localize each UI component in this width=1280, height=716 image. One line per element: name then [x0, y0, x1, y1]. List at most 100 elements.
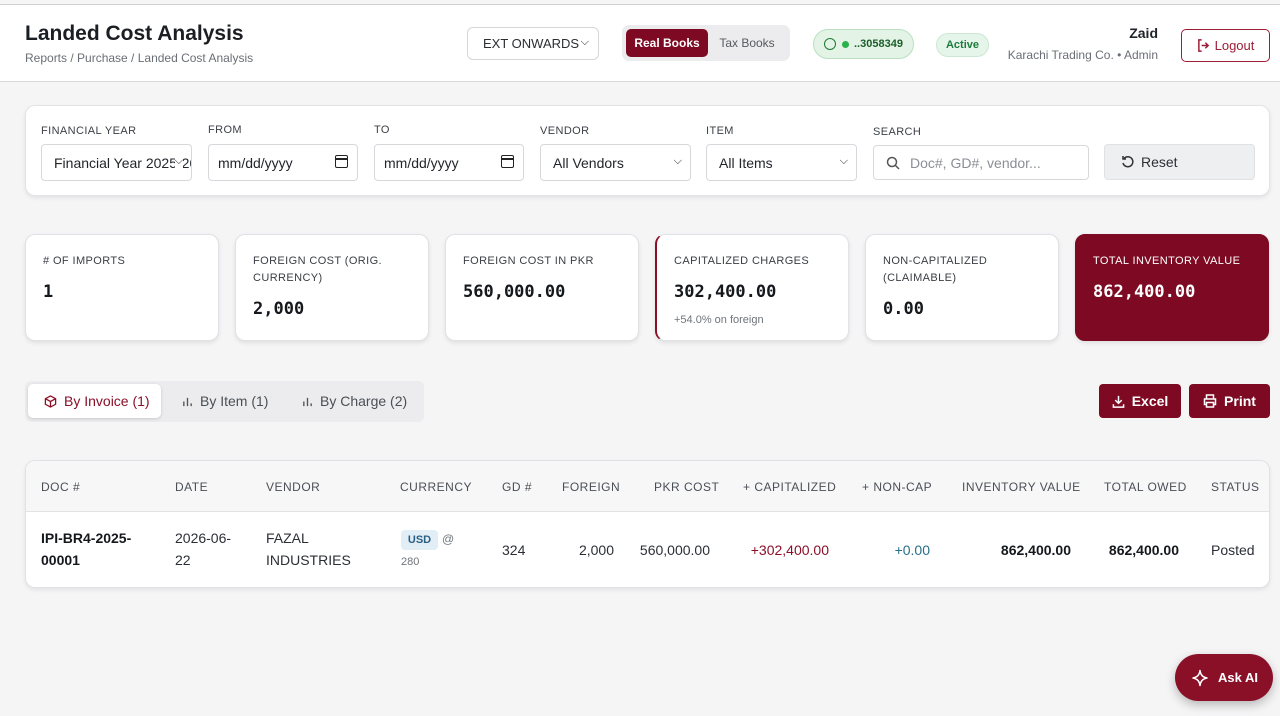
- column-header[interactable]: + CAPITALIZED: [743, 480, 836, 494]
- branch-select-value: EXT ONWARDS: [483, 36, 580, 51]
- column-header[interactable]: STATUS: [1211, 480, 1260, 494]
- real-books-button[interactable]: Real Books: [626, 29, 708, 57]
- inventory-value: 862,400.00: [1000, 542, 1071, 558]
- column-header[interactable]: INVENTORY VALUE: [962, 480, 1081, 494]
- doc-number-line2[interactable]: 00001: [41, 552, 80, 568]
- books-toggle: Real Books Tax Books: [622, 25, 790, 61]
- kpi-value: 862,400.00: [1093, 282, 1196, 302]
- logout-button[interactable]: Logout: [1181, 29, 1270, 62]
- kpi-label: NON-CAPITALIZED (CLAIMABLE): [883, 255, 988, 284]
- kpi-label: # OF IMPORTS: [43, 255, 126, 267]
- item-select-value: All Items: [719, 154, 773, 171]
- calendar-icon[interactable]: [501, 155, 514, 168]
- kpi-value: 560,000.00: [463, 282, 566, 302]
- search-label: SEARCH: [873, 126, 922, 138]
- pkr-cost: 560,000.00: [639, 542, 710, 558]
- online-dot-icon: [842, 40, 849, 48]
- search-icon: [886, 156, 900, 170]
- logout-icon: [1197, 39, 1209, 52]
- column-header[interactable]: VENDOR: [266, 480, 320, 494]
- kpi-value: 1: [43, 282, 54, 302]
- user-org: Karachi Trading Co. • Admin: [1007, 48, 1158, 62]
- item-label: ITEM: [706, 125, 734, 137]
- gd-number: 324: [502, 542, 526, 558]
- bar-chart-icon: [183, 397, 192, 406]
- kpi-foreign-cost-pkr: FOREIGN COST IN PKR 560,000.00: [445, 234, 639, 341]
- tab-label: By Item (1): [200, 393, 269, 409]
- tab-by-item[interactable]: By Item (1): [182, 384, 268, 418]
- column-header[interactable]: DOC #: [41, 480, 80, 494]
- from-date-value: mm/dd/yyyy: [218, 154, 293, 171]
- vendor-label: VENDOR: [540, 125, 590, 137]
- calendar-icon[interactable]: [335, 155, 348, 168]
- invoice-table: DOC # DATE VENDOR CURRENCY GD # FOREIGN …: [25, 460, 1270, 588]
- column-header[interactable]: + NON-CAP: [862, 480, 932, 494]
- kpi-value: 0.00: [883, 299, 924, 319]
- breadcrumb: Reports / Purchase / Landed Cost Analysi…: [25, 51, 254, 65]
- user-name: Zaid: [1129, 25, 1158, 41]
- table-header: DOC # DATE VENDOR CURRENCY GD # FOREIGN …: [26, 461, 1269, 512]
- exchange-rate: 280: [401, 556, 420, 568]
- box-icon: [44, 394, 57, 408]
- search-input[interactable]: Doc#, GD#, vendor...: [873, 145, 1089, 180]
- financial-year-select[interactable]: Financial Year 2025-26 ⌵: [41, 144, 192, 181]
- column-header[interactable]: DATE: [175, 480, 208, 494]
- print-label: Print: [1224, 393, 1256, 409]
- whatsapp-status[interactable]: ..3058349: [813, 29, 914, 59]
- kpi-label: FOREIGN COST IN PKR: [463, 255, 594, 267]
- reset-button[interactable]: Reset: [1104, 144, 1255, 180]
- chevron-down-icon: ⌵: [673, 155, 682, 167]
- chevron-down-icon: ⌵: [174, 155, 183, 168]
- chevron-down-icon: ⌵: [580, 36, 589, 48]
- kpi-foreign-cost: FOREIGN COST (ORIG. CURRENCY) 2,000: [235, 234, 429, 341]
- tab-by-charge[interactable]: By Charge (2): [302, 384, 407, 418]
- rate-at: @: [442, 532, 455, 546]
- search-placeholder: Doc#, GD#, vendor...: [910, 154, 1041, 171]
- kpi-value: 2,000: [253, 299, 305, 319]
- item-select[interactable]: All Items ⌵: [706, 144, 857, 181]
- financial-year-label: FINANCIAL YEAR: [41, 125, 137, 137]
- column-header[interactable]: GD #: [502, 480, 532, 494]
- view-tabs: By Invoice (1) By Item (1) By Charge (2): [25, 381, 424, 422]
- status-badge: Active: [936, 33, 989, 57]
- tab-label: By Invoice (1): [64, 393, 150, 409]
- printer-icon: [1203, 394, 1217, 408]
- branch-select[interactable]: EXT ONWARDS ⌵: [467, 27, 599, 60]
- bar-chart-icon: [303, 397, 312, 406]
- reset-icon: [1122, 156, 1134, 168]
- to-label: TO: [374, 124, 390, 136]
- whatsapp-number: ..3058349: [854, 38, 903, 50]
- from-date-input[interactable]: mm/dd/yyyy: [208, 144, 358, 181]
- tax-books-button[interactable]: Tax Books: [708, 29, 786, 57]
- top-bar: Landed Cost Analysis Reports / Purchase …: [0, 4, 1280, 82]
- from-label: FROM: [208, 124, 242, 136]
- to-date-input[interactable]: mm/dd/yyyy: [374, 144, 524, 181]
- kpi-value: 302,400.00: [674, 282, 777, 302]
- kpi-imports: # OF IMPORTS 1: [25, 234, 219, 341]
- page-title: Landed Cost Analysis: [25, 22, 244, 45]
- vendor-select-value: All Vendors: [553, 154, 624, 171]
- kpi-non-capitalized: NON-CAPITALIZED (CLAIMABLE) 0.00: [865, 234, 1059, 341]
- doc-number-line1[interactable]: IPI-BR4-2025-: [41, 530, 131, 546]
- non-cap-amount: +0.00: [894, 542, 930, 558]
- ask-ai-button[interactable]: Ask AI: [1175, 654, 1273, 701]
- sparkle-icon: [1192, 669, 1208, 686]
- tab-label: By Charge (2): [320, 393, 408, 409]
- filter-panel: FINANCIAL YEAR Financial Year 2025-26 ⌵ …: [25, 105, 1270, 196]
- capitalized-amount: +302,400.00: [750, 542, 829, 558]
- kpi-sub: +54.0% on foreign: [674, 314, 764, 326]
- to-date-value: mm/dd/yyyy: [384, 154, 459, 171]
- vendor-line1: FAZAL: [266, 530, 309, 546]
- column-header[interactable]: PKR COST: [654, 480, 719, 494]
- status-text: Posted: [1211, 542, 1255, 558]
- column-header[interactable]: TOTAL OWED: [1104, 480, 1187, 494]
- ask-ai-label: Ask AI: [1218, 670, 1258, 685]
- tab-by-invoice[interactable]: By Invoice (1): [28, 384, 161, 418]
- vendor-select[interactable]: All Vendors ⌵: [540, 144, 691, 181]
- column-header[interactable]: CURRENCY: [400, 480, 472, 494]
- print-button[interactable]: Print: [1189, 384, 1270, 418]
- chevron-down-icon: ⌵: [839, 155, 848, 167]
- kpi-label: FOREIGN COST (ORIG. CURRENCY): [253, 255, 383, 284]
- column-header[interactable]: FOREIGN: [562, 480, 620, 494]
- excel-button[interactable]: Excel: [1099, 384, 1181, 418]
